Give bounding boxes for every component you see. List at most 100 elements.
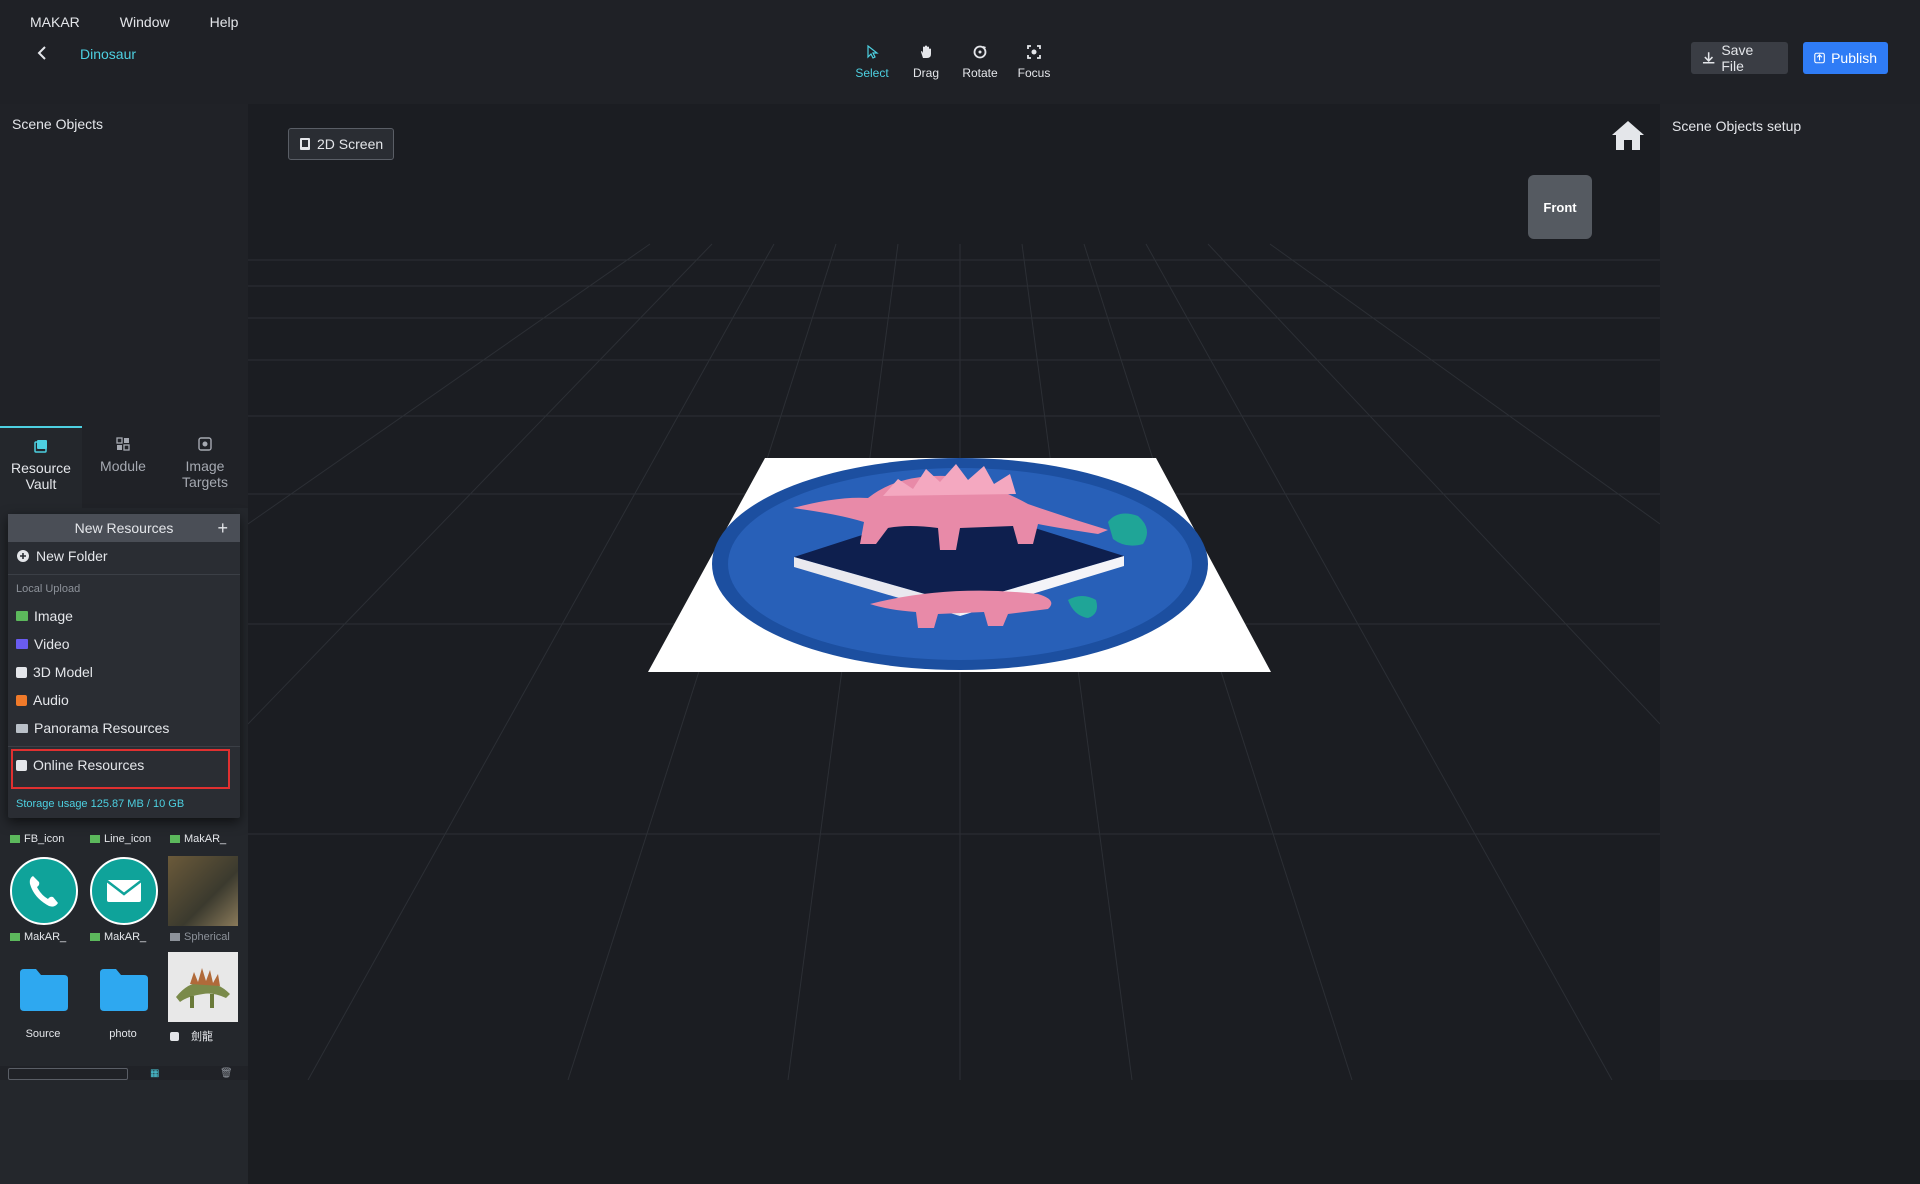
resource-item[interactable]: MakAR_: [170, 833, 250, 845]
folder-label: Source: [25, 1028, 61, 1040]
select-tool[interactable]: Select: [850, 44, 894, 80]
resource-item[interactable]: Line_icon: [90, 833, 170, 845]
cursor-icon: [867, 44, 879, 59]
hand-icon: [921, 45, 931, 58]
tab-image-targets-label: Image Targets: [182, 458, 228, 490]
2d-screen-label: 2D Screen: [317, 136, 384, 152]
image-type-icon: [10, 933, 20, 941]
image-icon: [16, 611, 28, 621]
resource-item[interactable]: MakAR_: [90, 931, 170, 943]
phone-icon[interactable]: [9, 856, 79, 926]
menu-bar: MAKAR Window Help: [24, 12, 244, 32]
home-icon[interactable]: [1610, 118, 1646, 152]
folder-icon[interactable]: [98, 965, 150, 1013]
resource-item[interactable]: MakAR_: [10, 931, 90, 943]
spherical-thumbnail[interactable]: [168, 856, 238, 926]
add-circle-icon: [17, 550, 29, 562]
top-bar: MAKAR Window Help Dinosaur Select Drag R…: [0, 0, 1920, 104]
resource-label: Spherical: [184, 931, 230, 943]
image-type-icon: [90, 835, 100, 843]
2d-screen-button[interactable]: 2D Screen: [288, 128, 394, 160]
upload-panorama-label: Panorama Resources: [34, 720, 170, 736]
resource-label: MakAR_: [104, 931, 147, 943]
video-icon: [16, 639, 28, 649]
tool-group: Select Drag Rotate Focus: [850, 44, 1056, 80]
image-type-icon: [90, 933, 100, 941]
resource-label: MakAR_: [24, 931, 67, 943]
rotate-icon: [973, 45, 987, 59]
upload-3d-model-item[interactable]: 3D Model: [8, 658, 240, 686]
resource-label: Line_icon: [104, 833, 152, 845]
menu-window[interactable]: Window: [114, 12, 176, 32]
grid-floor: [248, 243, 1660, 1080]
drag-tool[interactable]: Drag: [904, 44, 948, 80]
cube-front-label: Front: [1543, 199, 1577, 215]
3d-model-type-icon: [170, 1031, 179, 1041]
folder-label: photo: [109, 1028, 137, 1040]
trash-icon[interactable]: 🗑: [220, 1068, 233, 1079]
audio-icon: [16, 694, 27, 706]
focus-icon: [1027, 45, 1041, 59]
dropdown-divider: [8, 746, 240, 747]
upload-image-label: Image: [34, 608, 73, 624]
tab-module-label: Module: [100, 458, 146, 474]
resource-label: MakAR_: [184, 833, 227, 845]
resource-label: 劍龍: [191, 1031, 213, 1043]
rotate-tool[interactable]: Rotate: [958, 44, 1002, 80]
resource-search-input[interactable]: [8, 1068, 128, 1080]
orientation-cube[interactable]: Front: [1528, 175, 1592, 239]
3d-viewport[interactable]: [248, 104, 1660, 1080]
new-folder-item[interactable]: New Folder: [8, 542, 240, 570]
image-target-icon: [198, 437, 212, 451]
focus-tool[interactable]: Focus: [1012, 44, 1056, 80]
storage-usage: Storage usage 125.87 MB / 10 GB: [16, 798, 185, 810]
publish-button[interactable]: Publish: [1803, 42, 1888, 74]
folder-icon[interactable]: [18, 965, 70, 1013]
dinosaur-image-plane[interactable]: [648, 458, 1271, 672]
rotate-tool-label: Rotate: [962, 66, 998, 80]
plus-icon: +: [217, 518, 228, 538]
select-tool-label: Select: [855, 66, 889, 80]
image-type-icon: [10, 835, 20, 843]
screen-icon: [300, 138, 310, 150]
menu-makar[interactable]: MAKAR: [24, 12, 86, 32]
module-icon: [116, 437, 130, 451]
project-name[interactable]: Dinosaur: [80, 46, 136, 62]
new-resources-dropdown: New Resources + New Folder Local Upload …: [8, 514, 240, 818]
back-arrow-icon[interactable]: [34, 44, 50, 62]
local-upload-section: Local Upload: [8, 574, 240, 602]
upload-image-item[interactable]: Image: [8, 602, 240, 630]
upload-panorama-item[interactable]: Panorama Resources: [8, 714, 240, 742]
resource-tabs: Resource Vault Module Image Targets: [0, 426, 248, 508]
scene-objects-setup-title: Scene Objects setup: [1672, 118, 1802, 134]
scene-objects-title: Scene Objects: [12, 116, 104, 132]
vault-icon: [34, 440, 47, 453]
upload-3d-model-label: 3D Model: [33, 664, 93, 680]
focus-tool-label: Focus: [1017, 66, 1051, 80]
new-folder-label: New Folder: [36, 548, 108, 564]
save-file-button[interactable]: Save File: [1691, 42, 1788, 74]
publish-icon: [1814, 52, 1825, 64]
stegosaurus-thumbnail[interactable]: [168, 952, 238, 1022]
new-resources-label: New Resources: [74, 520, 174, 536]
upload-audio-label: Audio: [33, 692, 69, 708]
mail-icon[interactable]: [89, 856, 159, 926]
upload-audio-item[interactable]: Audio: [8, 686, 240, 714]
tab-image-targets[interactable]: Image Targets: [164, 426, 246, 508]
bottom-toolbar: ▦ 🗑: [0, 1066, 248, 1080]
resource-item[interactable]: Spherical: [170, 931, 250, 943]
upload-video-item[interactable]: Video: [8, 630, 240, 658]
resource-item[interactable]: 劍龍: [170, 1028, 250, 1044]
resource-label: FB_icon: [24, 833, 65, 845]
publish-label: Publish: [1831, 50, 1877, 66]
panorama-type-icon: [170, 933, 180, 941]
tab-module[interactable]: Module: [82, 426, 164, 508]
image-type-icon: [170, 835, 180, 843]
grid-view-icon[interactable]: ▦: [150, 1068, 180, 1079]
download-icon: [1702, 52, 1715, 64]
menu-help[interactable]: Help: [204, 12, 245, 32]
tab-resource-vault[interactable]: Resource Vault: [0, 426, 82, 508]
resource-item[interactable]: FB_icon: [10, 833, 90, 845]
new-resources-header[interactable]: New Resources +: [8, 514, 240, 542]
upload-video-label: Video: [34, 636, 70, 652]
